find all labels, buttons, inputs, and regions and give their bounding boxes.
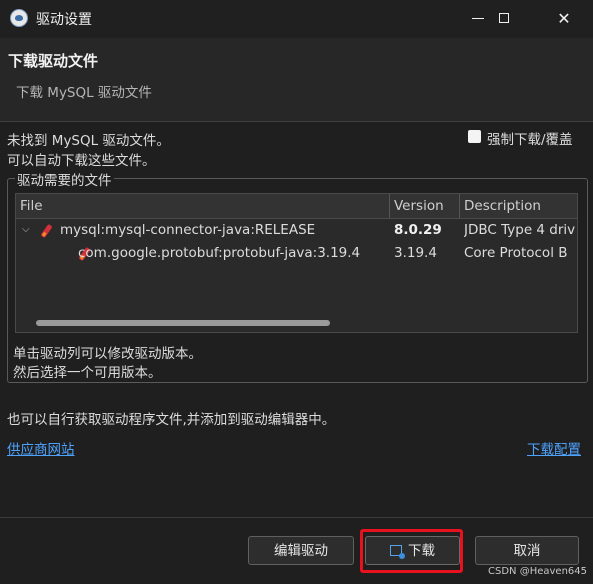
table-row[interactable]: com.google.protobuf:protobuf-java:3.19.4… <box>16 242 577 265</box>
file-cell: com.google.protobuf:protobuf-java:3.19.4 <box>78 245 361 261</box>
maximize-button[interactable] <box>481 0 527 38</box>
file-cell: mysql:mysql-connector-java:RELEASE <box>60 222 316 238</box>
version-hint-2: 然后选择一个可用版本。 <box>13 365 162 381</box>
version-cell[interactable]: 3.19.4 <box>394 242 458 265</box>
version-hint: 单击驱动列可以修改驱动版本。 <box>13 346 202 362</box>
checkbox-box[interactable] <box>468 130 481 143</box>
red-highlight-box <box>360 529 463 573</box>
footer-divider <box>0 517 593 518</box>
header-divider <box>0 121 593 122</box>
page-subtitle: 下载 MySQL 驱动文件 <box>16 85 152 101</box>
vendor-site-link[interactable]: 供应商网站 <box>7 438 75 458</box>
table-header: File Version Description <box>16 194 577 219</box>
column-header-description[interactable]: Description <box>460 194 577 218</box>
maximize-icon <box>499 13 509 23</box>
horizontal-scrollbar[interactable] <box>36 320 330 326</box>
window-title: 驱动设置 <box>36 12 92 28</box>
close-icon: ✕ <box>557 9 571 28</box>
column-header-version[interactable]: Version <box>390 194 460 218</box>
page-title: 下载驱动文件 <box>8 52 99 70</box>
required-files-legend: 驱动需要的文件 <box>15 169 114 189</box>
table-row[interactable]: ⌵ mysql:mysql-connector-java:RELEASE 8.0… <box>16 219 577 242</box>
close-button[interactable]: ✕ <box>541 0 587 38</box>
app-icon <box>10 9 28 27</box>
description-cell: Core Protocol B <box>464 245 568 261</box>
driver-files-table[interactable]: File Version Description ⌵ mysql:mysql-c… <box>15 193 578 333</box>
download-config-link[interactable]: 下载配置 <box>527 438 581 458</box>
chevron-down-icon[interactable]: ⌵ <box>22 225 30 235</box>
edit-driver-button[interactable]: 编辑驱动 <box>248 536 354 565</box>
auto-download-message: 可以自动下载这些文件。 <box>7 153 156 169</box>
column-header-file[interactable]: File <box>16 194 390 218</box>
wizard-header: 下载驱动文件 下载 MySQL 驱动文件 <box>0 38 593 121</box>
missing-driver-message: 未找到 MySQL 驱动文件。 <box>7 133 170 149</box>
version-cell[interactable]: 8.0.29 <box>394 219 458 242</box>
jar-icon <box>40 223 53 239</box>
title-bar: 驱动设置 ✕ <box>0 0 593 38</box>
force-download-label: 强制下载/覆盖 <box>487 132 573 148</box>
watermark: CSDN @Heaven645 <box>488 566 587 577</box>
manual-driver-info: 也可以自行获取驱动程序文件,并添加到驱动编辑器中。 <box>7 412 336 428</box>
description-cell: JDBC Type 4 driv <box>464 222 576 238</box>
cancel-button[interactable]: 取消 <box>475 536 579 565</box>
